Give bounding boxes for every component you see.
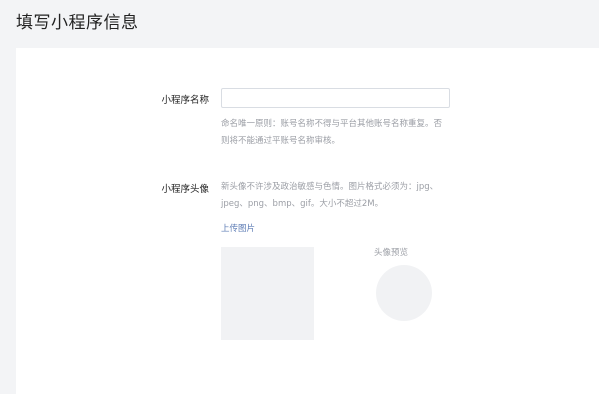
form-panel: 小程序名称 命名唯一原则：账号名称不得与平台其他账号名称重复。否 则将不能通过平… [16, 48, 599, 394]
name-hint-line-2: 则将不能通过平账号名称审核。 [221, 136, 341, 146]
name-hint: 命名唯一原则：账号名称不得与平台其他账号名称重复。否 则将不能通过平账号名称审核… [221, 116, 461, 150]
avatar-hint: 新头像不许涉及政治敏感与色情。图片格式必须为：jpg、 jpeg、png、bmp… [221, 179, 461, 213]
avatar-label: 小程序头像 [161, 184, 209, 195]
upload-image-box[interactable] [221, 247, 314, 340]
upload-image-link[interactable]: 上传图片 [221, 222, 255, 234]
avatar-preview-label: 头像预览 [374, 248, 409, 258]
name-input[interactable] [221, 88, 450, 108]
page-title: 填写小程序信息 [16, 13, 139, 33]
avatar-hint-line-1: 新头像不许涉及政治敏感与色情。图片格式必须为：jpg、 [221, 182, 439, 192]
avatar-hint-line-2: jpeg、png、bmp、gif。大小不超过2M。 [221, 199, 384, 209]
name-label: 小程序名称 [161, 95, 209, 106]
name-hint-line-1: 命名唯一原则：账号名称不得与平台其他账号名称重复。否 [221, 119, 443, 129]
avatar-preview-circle [376, 265, 432, 321]
